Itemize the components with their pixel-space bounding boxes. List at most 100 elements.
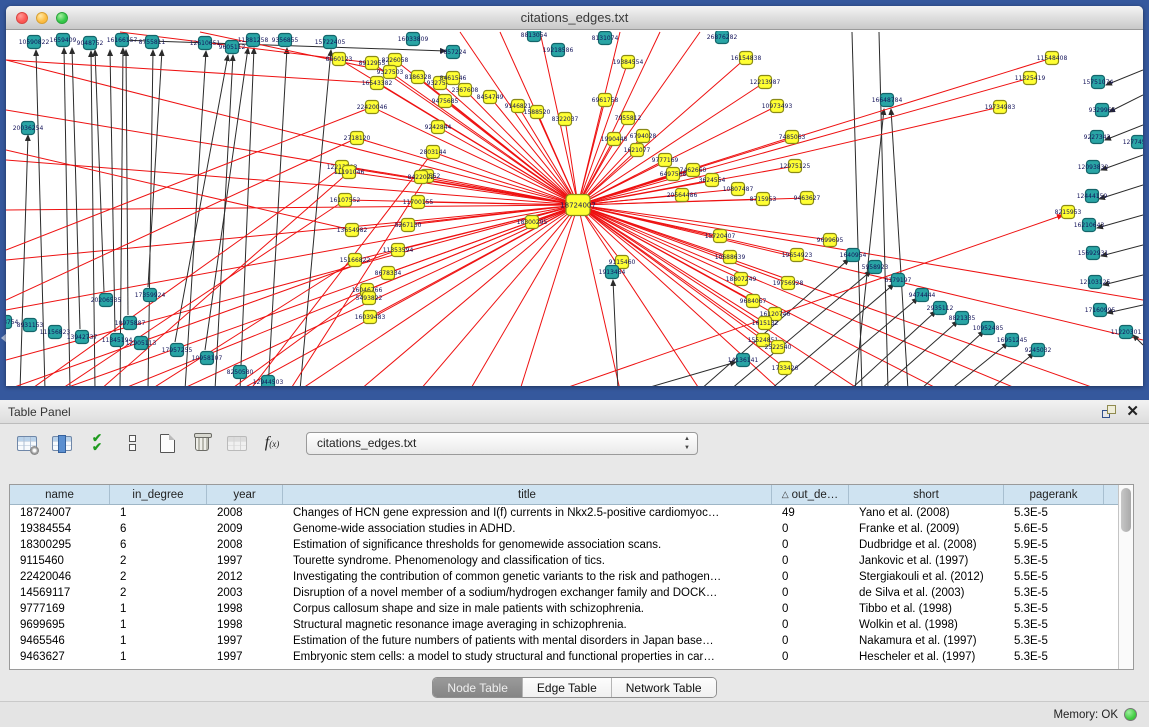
column-header-pagerank[interactable]: pagerank	[1004, 485, 1104, 504]
table-row[interactable]: 1456911722003Disruption of a novel membe…	[10, 585, 1118, 601]
graph-node[interactable]: 12093832	[1078, 161, 1109, 174]
graph-node[interactable]: 19734983	[985, 101, 1016, 114]
graph-node[interactable]: 15751074	[1083, 76, 1114, 89]
graph-node[interactable]: 1640954	[840, 249, 867, 262]
graph-node[interactable]: 8813054	[521, 31, 548, 42]
graph-node[interactable]: 10958107	[192, 352, 223, 365]
table-row[interactable]: 1938455462009Genome-wide association stu…	[10, 521, 1118, 537]
function-builder-button[interactable]: f(x)	[259, 430, 285, 456]
select-column-button[interactable]	[49, 430, 75, 456]
graph-node[interactable]: 3624554	[699, 174, 726, 187]
graph-node[interactable]: 9356855	[272, 34, 299, 47]
graph-node[interactable]: 14136141	[728, 354, 759, 367]
graph-node[interactable]: 12774566	[1123, 136, 1143, 149]
hub-node[interactable]: 18724007	[560, 195, 596, 216]
delete-table-button[interactable]	[224, 430, 250, 456]
deselect-all-button[interactable]	[119, 430, 145, 456]
table-row[interactable]: 946362711997Embryonic stem cells: a mode…	[10, 649, 1118, 665]
column-header-name[interactable]: name	[10, 485, 110, 504]
table-row[interactable]: 969969511998Structural magnetic resonanc…	[10, 617, 1118, 633]
graph-node[interactable]: 10688639	[715, 251, 746, 264]
tab-edge-table[interactable]: Edge Table	[523, 678, 612, 697]
graph-node[interactable]: 8821335	[949, 312, 976, 325]
table-row[interactable]: 911546021997Tourette syndrome. Phenomeno…	[10, 553, 1118, 569]
graph-node[interactable]: 7955812	[615, 112, 642, 125]
graph-node[interactable]: 12975125	[780, 160, 811, 173]
graph-node[interactable]: 1659409	[50, 34, 77, 47]
graph-node[interactable]: 17359924	[135, 289, 166, 302]
graph-node[interactable]: 9227343	[1084, 131, 1111, 144]
table-settings-button[interactable]	[14, 430, 40, 456]
graph-node[interactable]: 6961758	[592, 94, 619, 107]
new-column-button[interactable]	[154, 430, 180, 456]
table-selector-dropdown[interactable]: citations_edges.txt ▲▼	[306, 432, 698, 455]
graph-node[interactable]: 1733426	[772, 362, 799, 375]
graph-node[interactable]: 20206535	[91, 294, 122, 307]
table-row[interactable]: 1830029562008Estimation of significance …	[10, 537, 1118, 553]
graph-node[interactable]: 8226058	[382, 54, 409, 67]
graph-node[interactable]: 8322037	[552, 113, 579, 126]
graph-node[interactable]: 16648784	[872, 94, 903, 107]
graph-node[interactable]: 15166822	[340, 254, 371, 267]
graph-node[interactable]: 10975887	[115, 317, 146, 330]
graph-node[interactable]: 13942737	[67, 331, 98, 344]
graph-node[interactable]: 10973493	[762, 100, 793, 113]
graph-node[interactable]: 7857224	[440, 46, 467, 59]
tab-node-table[interactable]: Node Table	[433, 678, 523, 697]
graph-node[interactable]: 1990448	[601, 133, 628, 146]
zoom-window-button[interactable]	[56, 12, 68, 24]
graph-node[interactable]: 10952485	[973, 322, 1004, 335]
graph-node[interactable]: 12610651	[190, 37, 221, 50]
delete-column-button[interactable]	[189, 430, 215, 456]
graph-node[interactable]: 11220301	[1111, 326, 1142, 339]
graph-node[interactable]: 19756928	[773, 277, 804, 290]
column-header-out_de[interactable]: △out_de…	[772, 485, 849, 504]
column-header-short[interactable]: short	[849, 485, 1004, 504]
graph-node[interactable]: 19218586	[543, 44, 574, 57]
tab-network-table[interactable]: Network Table	[612, 678, 716, 697]
graph-node[interactable]: 2367608	[452, 84, 479, 97]
network-window[interactable]: citations_edges.txt 18300295866012389129…	[6, 6, 1143, 386]
graph-node[interactable]: 16154838	[731, 52, 762, 65]
graph-node[interactable]: 9245032	[1025, 344, 1052, 357]
table-row[interactable]: 2242004622012Investigating the contribut…	[10, 569, 1118, 585]
graph-node[interactable]: 12213987	[750, 76, 781, 89]
close-panel-icon[interactable]: ✕	[1126, 405, 1139, 419]
close-window-button[interactable]	[16, 12, 28, 24]
column-header-in_degree[interactable]: in_degree	[110, 485, 207, 504]
graph-node[interactable]: 12444159	[1077, 190, 1108, 203]
graph-node[interactable]: 11325419	[1015, 72, 1046, 85]
window-titlebar[interactable]: citations_edges.txt	[6, 6, 1143, 30]
graph-node[interactable]: 10590822	[19, 36, 50, 49]
column-header-title[interactable]: title	[283, 485, 772, 504]
minimize-window-button[interactable]	[36, 12, 48, 24]
graph-node[interactable]: 8454749	[477, 91, 504, 104]
graph-node[interactable]: 16951245	[997, 334, 1028, 347]
table-row[interactable]: 946554611997Estimation of the future num…	[10, 633, 1118, 649]
scrollbar-thumb[interactable]	[1121, 488, 1131, 532]
graph-node[interactable]: 9474444	[909, 289, 936, 302]
table-scrollbar[interactable]	[1118, 485, 1133, 669]
graph-node[interactable]: 15692931	[1078, 247, 1109, 260]
graph-node[interactable]: 6794028	[630, 130, 657, 143]
graph-node[interactable]: 9329966	[1089, 104, 1116, 117]
graph-node[interactable]: 8250580	[227, 366, 254, 379]
graph-node[interactable]: 9242844	[425, 121, 452, 134]
column-header-year[interactable]: year	[207, 485, 283, 504]
float-panel-icon[interactable]	[1102, 405, 1116, 418]
graph-node[interactable]: 8131074	[592, 32, 619, 45]
select-all-button[interactable]: ✔✔	[84, 430, 110, 456]
graph-node[interactable]: 9699695	[817, 234, 844, 247]
graph-node[interactable]: 9048752	[77, 37, 104, 50]
graph-node[interactable]: 12103125	[1080, 276, 1111, 289]
table-row[interactable]: 1872400712008Changes of HCN gene express…	[10, 505, 1118, 521]
graph-node[interactable]: 11548408	[1037, 52, 1068, 65]
graph-node[interactable]: 12944503	[253, 376, 284, 387]
graph-node[interactable]: 10807487	[723, 183, 754, 196]
table-row[interactable]: 977716911998Corpus callosum shape and si…	[10, 601, 1118, 617]
graph-node[interactable]: 16033809	[398, 33, 429, 46]
graph-node[interactable]: 11353594	[383, 244, 414, 257]
graph-node[interactable]: 8715953	[750, 193, 777, 206]
network-graph[interactable]: 1830029586601238912955822605893275031654…	[6, 31, 1143, 386]
graph-node[interactable]: 17160995	[1085, 304, 1116, 317]
